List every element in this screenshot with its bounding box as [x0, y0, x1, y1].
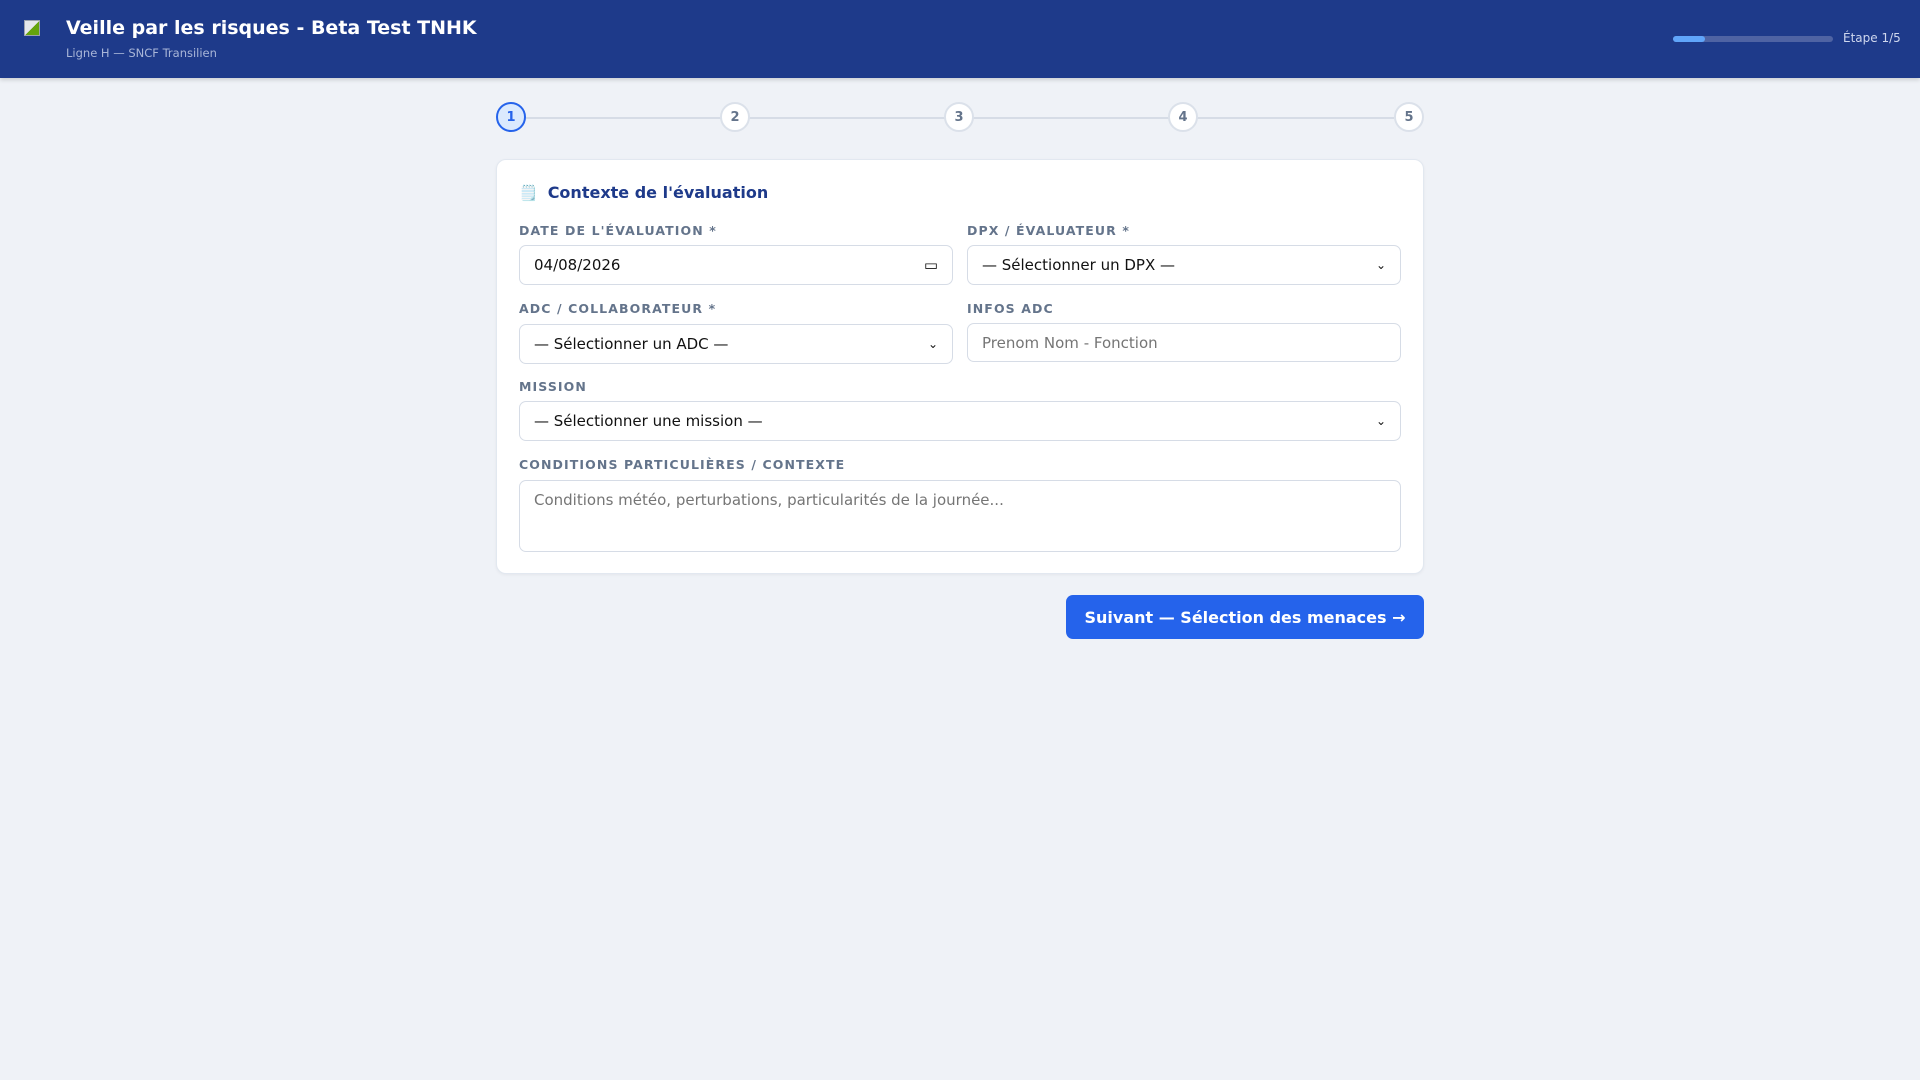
- step-1[interactable]: 1: [496, 102, 526, 132]
- app-subtitle: Ligne H — SNCF Transilien: [66, 46, 217, 60]
- chevron-down-icon: ⌄: [1375, 414, 1386, 428]
- date-label: DATE DE L'ÉVALUATION *: [519, 223, 717, 238]
- conditions-textarea[interactable]: Conditions météo, perturbations, particu…: [519, 480, 1401, 552]
- logo-broken-image-icon: [24, 20, 40, 36]
- mission-select[interactable]: — Sélectionner une mission — ⌄: [519, 401, 1401, 441]
- dpx-label: DPX / ÉVALUATEUR *: [967, 223, 1131, 238]
- step-3[interactable]: 3: [944, 102, 974, 132]
- next-button[interactable]: Suivant — Sélection des menaces →: [1066, 595, 1424, 639]
- date-value: 04/08/2026: [534, 256, 621, 274]
- calendar-icon[interactable]: ▭: [924, 256, 938, 274]
- stepper: 1 2 3 4 5: [496, 102, 1424, 132]
- adc-select[interactable]: — Sélectionner un ADC — ⌄: [519, 324, 953, 364]
- adc-value: — Sélectionner un ADC —: [534, 335, 729, 353]
- progress-fill: [1673, 36, 1705, 42]
- app-title: Veille par les risques - Beta Test TNHK: [66, 17, 477, 39]
- card-title-text: Contexte de l'évaluation: [547, 183, 769, 202]
- infos-adc-placeholder: Prenom Nom - Fonction: [982, 333, 1158, 352]
- chevron-down-icon: ⌄: [1375, 258, 1386, 272]
- conditions-label: CONDITIONS PARTICULIÈRES / CONTEXTE: [519, 457, 846, 472]
- mission-label: MISSION: [519, 379, 587, 394]
- infos-adc-label: INFOS ADC: [967, 301, 1054, 316]
- step-5[interactable]: 5: [1394, 102, 1424, 132]
- dpx-select[interactable]: — Sélectionner un DPX — ⌄: [967, 245, 1401, 285]
- date-input[interactable]: 04/08/2026 ▭: [519, 245, 953, 285]
- adc-label: ADC / COLLABORATEUR *: [519, 301, 717, 316]
- context-card: 🗒️ Contexte de l'évaluation DATE DE L'ÉVA…: [496, 159, 1424, 574]
- infos-adc-input[interactable]: Prenom Nom - Fonction: [967, 323, 1401, 362]
- step-2[interactable]: 2: [720, 102, 750, 132]
- step-4[interactable]: 4: [1168, 102, 1198, 132]
- progress-bar: [1673, 36, 1833, 42]
- conditions-placeholder: Conditions météo, perturbations, particu…: [534, 491, 1004, 509]
- dpx-value: — Sélectionner un DPX —: [982, 256, 1175, 274]
- notepad-icon: 🗒️: [519, 183, 538, 202]
- card-title: 🗒️ Contexte de l'évaluation: [519, 183, 768, 202]
- step-counter: Étape 1/5: [1843, 31, 1901, 45]
- app-header: Veille par les risques - Beta Test TNHK …: [0, 0, 1920, 78]
- chevron-down-icon: ⌄: [927, 337, 938, 351]
- mission-value: — Sélectionner une mission —: [534, 412, 763, 430]
